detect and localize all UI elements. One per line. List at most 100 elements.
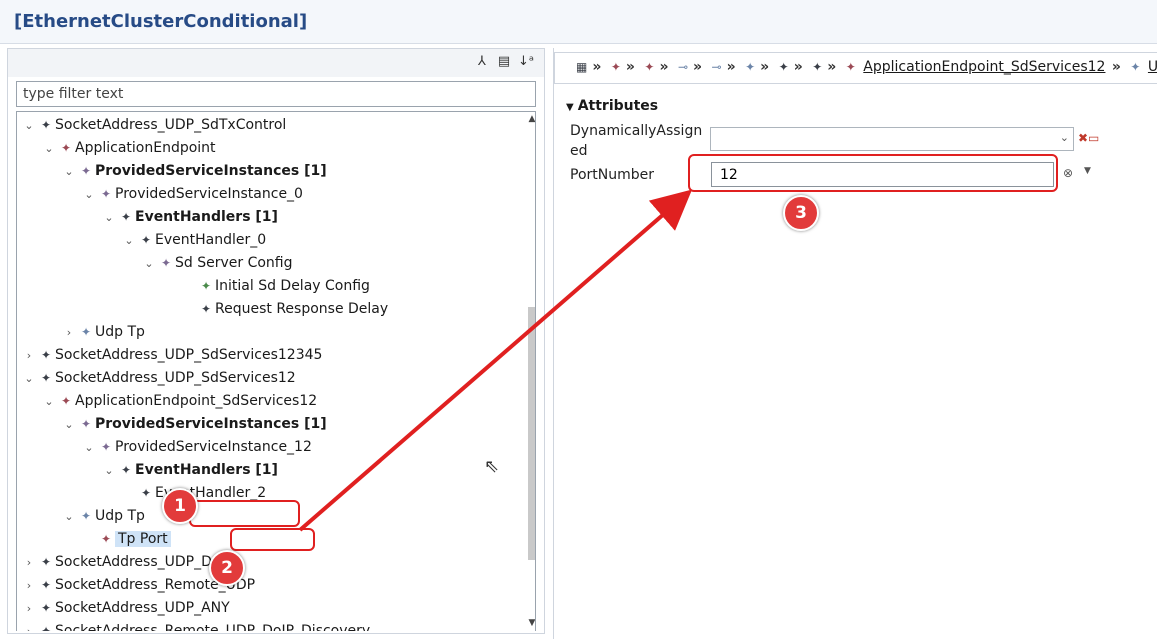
tree-item-label: SocketAddress_UDP_SdTxControl — [55, 117, 287, 133]
tree-item-label: SocketAddress_UDP_SdServices12345 — [55, 347, 323, 363]
tree-item[interactable]: › ✦ Udp Tp — [61, 321, 145, 343]
tree-item[interactable]: ⌄ ✦ ApplicationEndpoint — [41, 137, 216, 160]
chevron-down-icon[interactable]: ⌄ — [101, 207, 117, 229]
connector-icon[interactable]: ⊸ — [678, 60, 688, 74]
node-icon[interactable]: ✦ — [779, 60, 789, 74]
dynamically-assigned-select[interactable]: ⌄ — [710, 127, 1074, 151]
tree-item[interactable]: ✦ Tp Port — [81, 528, 171, 550]
chevron-right-icon[interactable]: › — [61, 322, 77, 344]
chevron-down-icon[interactable]: ⌄ — [81, 437, 97, 459]
annotation-box-2 — [230, 528, 315, 551]
chevron-down-icon[interactable]: ⌄ — [61, 161, 77, 183]
variant-icon[interactable]: ⊗ — [1063, 166, 1073, 180]
node-icon[interactable]: ✦ — [611, 60, 621, 74]
node-icon: ✦ — [100, 187, 112, 201]
chevron-down-icon[interactable]: ⌄ — [21, 368, 37, 390]
node-icon: ✦ — [40, 555, 52, 569]
connector-icon[interactable]: ⊸ — [712, 60, 722, 74]
chevron-down-icon[interactable]: ⌄ — [81, 184, 97, 206]
chevron-down-icon[interactable]: ⌄ — [1060, 131, 1069, 144]
document-icon[interactable]: ▤ — [496, 54, 512, 70]
chevron-down-icon[interactable]: ⌄ — [41, 391, 57, 413]
tree-item[interactable]: ⌄ ✦ ProvidedServiceInstance_0 — [81, 183, 303, 205]
node-icon[interactable]: ✦ — [644, 60, 654, 74]
tree-item-label: Udp Tp — [95, 324, 145, 340]
chevron-right-icon[interactable]: › — [21, 575, 37, 597]
tree-item[interactable]: ⌄ ✦ SocketAddress_UDP_SdTxControl — [21, 114, 286, 136]
tree-item[interactable]: › ✦ SocketAddress_UDP_ANY — [21, 597, 230, 619]
node-icon: ✦ — [845, 60, 856, 74]
tree-item[interactable]: ⌄ ✦ EventHandler_0 — [121, 229, 266, 251]
tree-item-label: Tp Port — [115, 531, 171, 547]
scroll-down-icon[interactable]: ▼ — [526, 618, 535, 628]
chevron-down-icon[interactable]: ▼ — [1084, 166, 1091, 176]
chevron-down-icon[interactable]: ⌄ — [61, 506, 77, 528]
chevron-down-icon[interactable]: ⌄ — [121, 230, 137, 252]
node-icon: ✦ — [40, 578, 52, 592]
node-icon: ✦ — [200, 279, 212, 293]
annotation-box-3 — [688, 154, 1058, 192]
outline-toolbar: ⅄ ▤ ↓ᵃ — [8, 49, 544, 77]
dynamically-assigned-label: DynamicallyAssign ed — [570, 121, 702, 161]
tree-item-label: ApplicationEndpoint — [75, 140, 216, 156]
attributes-section-header[interactable]: ▼ Attributes — [566, 98, 658, 114]
node-icon: ✦ — [60, 141, 72, 155]
node-icon[interactable]: ✦ — [812, 60, 822, 74]
tree-item[interactable]: › ✦ SocketAddress_UDP_SdServices12345 — [21, 344, 323, 367]
tree-item-label: ProvidedServiceInstances [1] — [95, 163, 327, 179]
tree-item[interactable]: ⌄ ✦ Sd Server Config — [141, 252, 293, 275]
breadcrumb-link-udp-tp[interactable]: U — [1148, 59, 1157, 75]
chevron-down-icon[interactable]: ⌄ — [141, 253, 157, 275]
chevron-right-icon: » — [827, 59, 837, 75]
tree-item[interactable]: ✦ Initial Sd Delay Config — [181, 275, 370, 297]
annotation-badge-2: 2 — [209, 550, 245, 586]
sort-az-icon[interactable]: ↓ᵃ — [518, 54, 534, 70]
tree-item-label: SocketAddress_UDP_SdServices12 — [55, 370, 296, 386]
tree-item-label: ProvidedServiceInstances [1] — [95, 416, 327, 432]
tree-item[interactable]: ⌄ ✦ ApplicationEndpoint_SdServices12 — [41, 390, 317, 412]
tree-item[interactable]: ⌄ ✦ Udp Tp — [61, 505, 145, 527]
scroll-up-icon[interactable]: ▲ — [526, 114, 535, 124]
tree-item[interactable]: ›✦SocketAddress_Remote_UDP_DoIP_Discover… — [21, 620, 370, 631]
chevron-right-icon: » — [592, 59, 602, 75]
section-title: Attributes — [577, 98, 659, 114]
tree-item[interactable]: ⌄ ✦ ProvidedServiceInstance_12 — [81, 436, 311, 459]
chevron-right-icon[interactable]: › — [21, 345, 37, 367]
tree-item[interactable]: ⌄ ✦ SocketAddress_UDP_SdServices12 — [21, 367, 296, 390]
tree-item[interactable]: › ✦ SocketAddress_UDP_DoIP — [21, 551, 233, 573]
chevron-right-icon: » — [659, 59, 669, 75]
filter-input[interactable] — [16, 81, 536, 107]
node-icon: ✦ — [100, 440, 112, 454]
tree-item-label: Sd Server Config — [175, 255, 293, 271]
chevron-right-icon: » — [726, 59, 736, 75]
chevron-right-icon: » — [625, 59, 635, 75]
tree-item[interactable]: ✦ Request Response Delay — [181, 298, 388, 320]
chevron-right-icon[interactable]: › — [21, 552, 37, 574]
node-icon: ✦ — [40, 624, 52, 631]
breadcrumb-link-application-endpoint[interactable]: ApplicationEndpoint_SdServices12 — [863, 59, 1105, 75]
grid-icon[interactable]: ▦ — [576, 60, 587, 74]
scroll-thumb[interactable] — [528, 307, 535, 560]
model-tree: ▲ ▼ ⌄ ✦ SocketAddress_UDP_SdTxControl ⌄ ✦ App… — [16, 111, 536, 631]
tree-item-label: SocketAddress_UDP_ANY — [55, 600, 230, 616]
tree-scrollbar[interactable]: ▲ ▼ — [526, 114, 535, 630]
chevron-down-icon[interactable]: ⌄ — [101, 460, 117, 482]
tree-item[interactable]: ⌄ ✦ EventHandlers [1] — [101, 459, 278, 481]
tree-item[interactable]: ⌄ ✦ ProvidedServiceInstances [1] — [61, 413, 327, 436]
node-icon[interactable]: ✦ — [745, 60, 755, 74]
chevron-down-icon[interactable]: ⌄ — [61, 414, 77, 436]
merge-icon[interactable]: ⅄ — [474, 54, 490, 70]
tree-item[interactable]: ⌄ ✦ EventHandlers [1] — [101, 206, 278, 228]
tree-item[interactable]: ⌄ ✦ ProvidedServiceInstances [1] — [61, 160, 327, 183]
chevron-right-icon[interactable]: › — [21, 598, 37, 620]
tree-item-label: EventHandler_0 — [155, 232, 267, 248]
chevron-down-icon[interactable]: ⌄ — [21, 115, 37, 137]
node-icon: ✦ — [1130, 60, 1141, 74]
chevron-right-icon[interactable]: › — [21, 621, 37, 631]
tree-item-label: ApplicationEndpoint_SdServices12 — [75, 393, 318, 409]
node-icon: ✦ — [40, 348, 52, 362]
chevron-down-icon[interactable]: ⌄ — [41, 138, 57, 160]
chevron-down-icon[interactable]: ▼ — [566, 102, 574, 113]
unset-value-icon[interactable]: ✖▭ — [1078, 131, 1099, 145]
label-line-1: DynamicallyAssign — [570, 123, 703, 139]
